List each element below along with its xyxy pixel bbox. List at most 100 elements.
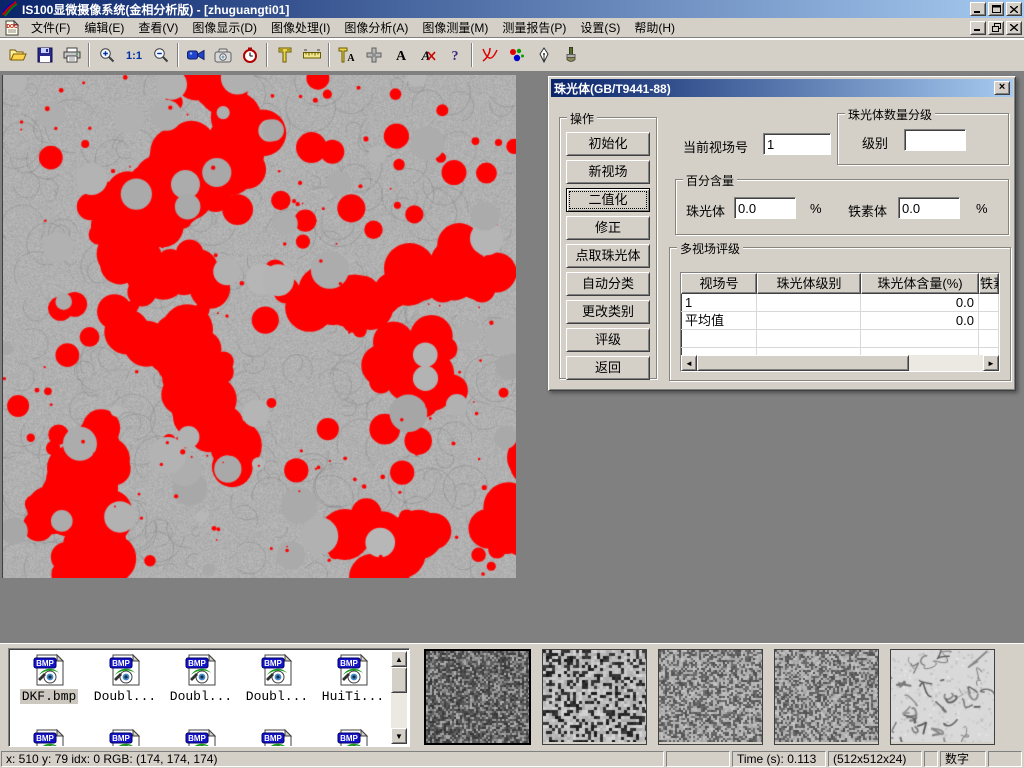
menu-image-analysis[interactable]: 图像分析(A) bbox=[337, 17, 415, 38]
scrollbar-thumb[interactable] bbox=[697, 355, 909, 371]
file-item[interactable]: Doubl... bbox=[163, 653, 239, 704]
ferrite-percent-input[interactable] bbox=[898, 197, 960, 219]
dialog-body: 操作 初始化 新视场 二值化 修正 点取珠光体 自动分类 更改类别 评级 返回 … bbox=[551, 97, 1013, 388]
maximize-button[interactable] bbox=[988, 2, 1004, 16]
menu-settings[interactable]: 设置(S) bbox=[573, 17, 627, 38]
level-label: 级别 bbox=[862, 133, 888, 152]
merge-cross-button[interactable] bbox=[360, 42, 387, 68]
text-style-button[interactable]: A bbox=[414, 42, 441, 68]
scroll-left-icon[interactable]: ◄ bbox=[681, 355, 697, 371]
pearlite-percent-input[interactable] bbox=[734, 197, 796, 219]
document-icon[interactable]: DOC bbox=[4, 20, 20, 36]
metallographic-image[interactable] bbox=[2, 75, 516, 578]
menu-view[interactable]: 查看(V) bbox=[131, 17, 185, 38]
file-item[interactable]: Doubl... bbox=[239, 653, 315, 704]
zoom-in-button[interactable] bbox=[93, 42, 120, 68]
dialog-close-button[interactable]: × bbox=[994, 81, 1010, 95]
table-row[interactable]: 平均值 0.0 bbox=[681, 312, 999, 330]
table-horizontal-scrollbar[interactable]: ◄ ► bbox=[681, 355, 999, 371]
file-item[interactable] bbox=[163, 728, 239, 747]
ruler-button[interactable] bbox=[298, 42, 325, 68]
svg-text:1:1: 1:1 bbox=[126, 50, 142, 62]
pick-pearlite-button[interactable]: 点取珠光体 bbox=[566, 244, 650, 268]
close-button[interactable] bbox=[1006, 2, 1022, 16]
minimize-button[interactable] bbox=[970, 2, 986, 16]
mdi-restore-button[interactable] bbox=[988, 21, 1004, 35]
dialog-title-bar[interactable]: 珠光体(GB/T9441-88) × bbox=[551, 79, 1013, 97]
grain-boundary-button[interactable] bbox=[476, 42, 503, 68]
help-button[interactable]: ? bbox=[441, 42, 468, 68]
scroll-up-icon[interactable]: ▲ bbox=[391, 651, 407, 667]
file-item[interactable] bbox=[11, 728, 87, 747]
svg-text:A: A bbox=[420, 48, 430, 63]
new-field-button[interactable]: 新视场 bbox=[566, 160, 650, 184]
col-pearlite-level[interactable]: 珠光体级别 bbox=[757, 273, 861, 294]
draw-pen-button[interactable] bbox=[530, 42, 557, 68]
menu-measure-report[interactable]: 测量报告(P) bbox=[495, 17, 573, 38]
file-item[interactable]: DKF.bmp bbox=[11, 653, 87, 704]
menu-file[interactable]: 文件(F) bbox=[24, 17, 77, 38]
image-thumbnail[interactable] bbox=[543, 650, 646, 742]
bmp-file-icon bbox=[260, 653, 294, 687]
timer-button[interactable] bbox=[236, 42, 263, 68]
scrollbar-thumb[interactable] bbox=[391, 667, 407, 693]
file-item[interactable]: Doubl... bbox=[87, 653, 163, 704]
window-title: IS100显微摄像系统(金相分析版) - [zhuguangti01] bbox=[22, 1, 968, 18]
return-button[interactable]: 返回 bbox=[566, 356, 650, 380]
menu-edit[interactable]: 编辑(E) bbox=[77, 17, 131, 38]
initialize-button[interactable]: 初始化 bbox=[566, 132, 650, 156]
open-file-button[interactable] bbox=[4, 42, 31, 68]
save-button[interactable] bbox=[31, 42, 58, 68]
mdi-minimize-button[interactable] bbox=[970, 21, 986, 35]
current-field-input[interactable] bbox=[763, 133, 831, 155]
menu-image-processing[interactable]: 图像处理(I) bbox=[264, 17, 337, 38]
zoom-out-button[interactable] bbox=[147, 42, 174, 68]
image-thumbnail[interactable] bbox=[891, 650, 994, 742]
actual-size-button[interactable]: 1:1 bbox=[120, 42, 147, 68]
col-ferrite-content[interactable]: 铁素体含量(%) bbox=[979, 273, 999, 294]
toolbar-separator bbox=[328, 43, 330, 67]
camera-capture-button[interactable] bbox=[209, 42, 236, 68]
scroll-right-icon[interactable]: ► bbox=[983, 355, 999, 371]
status-spacer bbox=[666, 751, 730, 767]
file-item[interactable] bbox=[239, 728, 315, 747]
menu-help[interactable]: 帮助(H) bbox=[627, 17, 682, 38]
print-button[interactable] bbox=[58, 42, 85, 68]
image-thumbnail[interactable] bbox=[426, 651, 529, 743]
grade-button[interactable]: 评级 bbox=[566, 328, 650, 352]
binarize-button[interactable]: 二值化 bbox=[566, 188, 650, 212]
file-item[interactable] bbox=[315, 728, 391, 747]
multifield-group: 多视场评级 视场号 珠光体级别 珠光体含量(%) 铁素体含量(%) 1 bbox=[669, 247, 1011, 381]
toolbar-separator bbox=[266, 43, 268, 67]
toolbar-separator bbox=[88, 43, 90, 67]
current-field-label: 当前视场号 bbox=[683, 137, 748, 156]
image-thumbnail[interactable] bbox=[775, 650, 878, 742]
table-row[interactable]: 1 0.0 bbox=[681, 294, 999, 312]
video-capture-button[interactable] bbox=[182, 42, 209, 68]
level-input[interactable] bbox=[904, 129, 966, 151]
scroll-down-icon[interactable]: ▼ bbox=[391, 728, 407, 744]
image-thumbnail[interactable] bbox=[659, 650, 762, 742]
menu-image-display[interactable]: 图像显示(D) bbox=[185, 17, 264, 38]
text-button[interactable]: A bbox=[387, 42, 414, 68]
change-class-button[interactable]: 更改类别 bbox=[566, 300, 650, 324]
pearlite-dialog: 珠光体(GB/T9441-88) × 操作 初始化 新视场 二值化 修正 点取珠… bbox=[548, 76, 1016, 391]
correct-button[interactable]: 修正 bbox=[566, 216, 650, 240]
processing-time: Time (s): 0.113 bbox=[732, 751, 826, 767]
phase-dots-button[interactable] bbox=[503, 42, 530, 68]
caliper-button[interactable] bbox=[271, 42, 298, 68]
file-item[interactable] bbox=[87, 728, 163, 747]
col-pearlite-content[interactable]: 珠光体含量(%) bbox=[861, 273, 979, 294]
bmp-file-icon bbox=[336, 728, 370, 747]
measure-text-button[interactable]: A bbox=[333, 42, 360, 68]
file-item[interactable]: HuiTi... bbox=[315, 653, 391, 704]
col-field-number[interactable]: 视场号 bbox=[681, 273, 757, 294]
menu-image-measure[interactable]: 图像测量(M) bbox=[415, 17, 495, 38]
fill-brush-button[interactable] bbox=[557, 42, 584, 68]
file-browser-scrollbar[interactable]: ▲ ▼ bbox=[391, 651, 407, 744]
bmp-file-icon bbox=[108, 653, 142, 687]
toolbar: 1:1 A A A ? bbox=[0, 39, 1024, 72]
auto-classify-button[interactable]: 自动分类 bbox=[566, 272, 650, 296]
file-name: HuiTi... bbox=[320, 689, 386, 704]
mdi-close-button[interactable] bbox=[1006, 21, 1022, 35]
